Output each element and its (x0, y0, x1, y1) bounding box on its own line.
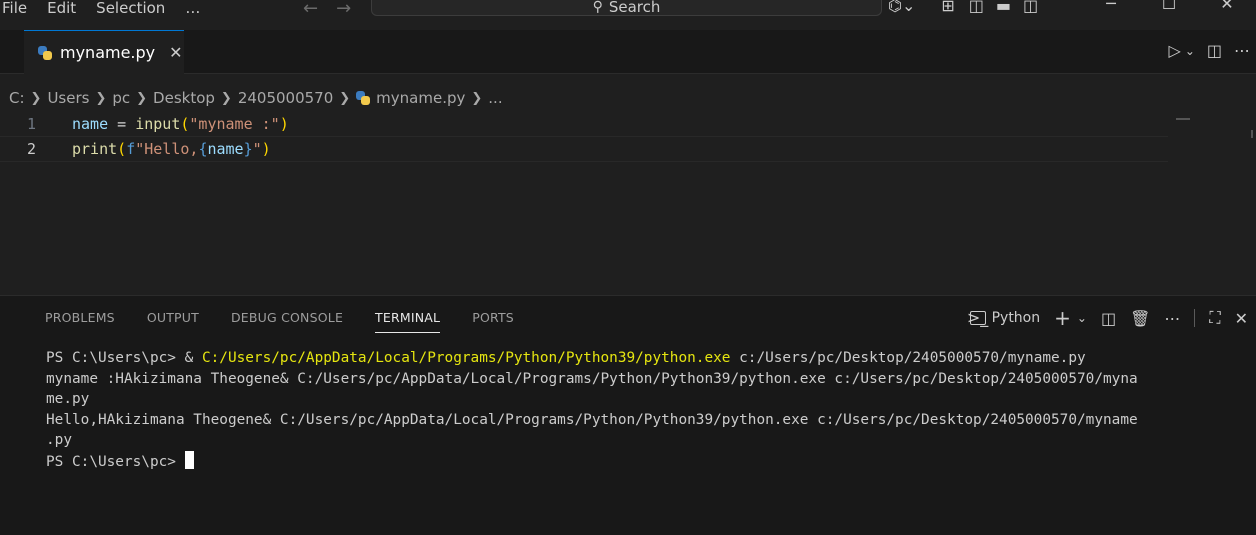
menu-bar: File Edit Selection … (0, 0, 210, 19)
code-line-current[interactable]: 2 print(f"Hello,{name}") (0, 136, 1168, 162)
toggle-sidebar-icon[interactable]: ◫ (969, 0, 984, 15)
chevron-right-icon: ❯ (136, 90, 148, 106)
trash-icon[interactable]: 🗑 (1130, 309, 1150, 328)
more-actions-icon[interactable]: ⋯ (1234, 41, 1250, 60)
chevron-right-icon: ❯ (220, 90, 232, 106)
maximize-panel-icon[interactable]: ⛶ (1209, 308, 1220, 328)
breadcrumb-symbols[interactable]: ... (488, 89, 502, 107)
tab-output[interactable]: OUTPUT (147, 310, 199, 331)
chevron-right-icon: ❯ (471, 90, 483, 106)
terminal-icon: >_ (966, 308, 989, 327)
bottom-panel: PROBLEMS OUTPUT DEBUG CONSOLE TERMINAL P… (0, 295, 1256, 535)
code-text: name = input("myname :") (72, 115, 289, 133)
menu-selection[interactable]: Selection (86, 0, 175, 17)
toggle-secondary-sidebar-icon[interactable]: ◫ (1023, 0, 1038, 15)
toggle-panel-icon[interactable]: ▬ (996, 0, 1011, 15)
chevron-right-icon: ❯ (339, 90, 351, 106)
terminal-argument: c:/Users/pc/Desktop/2405000570/myname.py (730, 350, 1086, 366)
panel-actions: >_ Python + ⌄ ◫ 🗑 ⋯ ⛶ ✕ (966, 306, 1248, 330)
title-actions: ⌬⌄ ⊞ ◫ ▬ ◫ (888, 0, 1038, 15)
line-number: 2 (26, 140, 36, 158)
forward-arrow-icon[interactable]: → (336, 0, 351, 19)
chevron-down-icon[interactable]: ⌄ (1185, 44, 1195, 58)
chevron-right-icon: ❯ (95, 90, 107, 106)
customize-layout-icon[interactable]: ⊞ (941, 0, 954, 15)
terminal-name[interactable]: Python (992, 310, 1041, 326)
minimize-icon[interactable]: ─ (1082, 0, 1140, 13)
breadcrumb-file[interactable]: myname.py (376, 89, 465, 107)
terminal-executable: C:/Users/pc/AppData/Local/Programs/Pytho… (201, 350, 731, 366)
terminal-line: PS C:\Users\pc> (46, 450, 1246, 473)
maximize-icon[interactable]: ☐ (1140, 0, 1198, 13)
new-terminal-icon[interactable]: + (1054, 306, 1071, 330)
tab-terminal[interactable]: TERMINAL (375, 310, 441, 333)
terminal-line: .py (46, 432, 72, 448)
search-placeholder: Search (608, 0, 661, 16)
terminal-line: PS C:\Users\pc> & C:/Users/pc/AppData/Lo… (46, 348, 1246, 369)
command-center-search[interactable]: ⚲ Search (371, 0, 882, 16)
more-actions-icon[interactable]: ⋯ (1164, 309, 1180, 328)
tab-label: myname.py (60, 43, 156, 62)
python-file-icon (356, 91, 371, 105)
split-terminal-icon[interactable]: ◫ (1101, 309, 1116, 328)
menu-more[interactable]: … (175, 0, 210, 17)
run-icon[interactable]: ▷ (1169, 41, 1181, 60)
breadcrumb-desktop[interactable]: Desktop (153, 89, 215, 107)
terminal-prompt: PS C:\Users\pc> (46, 453, 185, 470)
terminal-line: Hello,HAkizimana Theogene& C:/Users/pc/A… (46, 411, 1138, 428)
close-icon[interactable]: ✕ (169, 43, 182, 62)
terminal-line: me.py (46, 391, 90, 407)
tab-myname-py[interactable]: myname.py ✕ (24, 30, 184, 74)
line-number: 1 (26, 115, 36, 133)
close-window-icon[interactable]: ✕ (1198, 0, 1256, 13)
terminal-line: myname :HAkizimana Theogene& C:/Users/pc… (46, 370, 1138, 387)
breadcrumb: C: ❯ Users ❯ pc ❯ Desktop ❯ 2405000570 ❯… (9, 88, 503, 108)
scrollbar[interactable] (1251, 130, 1253, 138)
panel-tabs: PROBLEMS OUTPUT DEBUG CONSOLE TERMINAL P… (45, 310, 514, 333)
menu-edit[interactable]: Edit (37, 0, 86, 17)
tab-problems[interactable]: PROBLEMS (45, 310, 115, 331)
editor-actions: ▷ ⌄ ◫ ⋯ (1169, 41, 1251, 60)
minimap[interactable] (1176, 118, 1190, 120)
terminal-prompt: PS C:\Users\pc> (46, 350, 185, 366)
window-controls: ─ ☐ ✕ (1082, 0, 1256, 13)
chevron-down-icon[interactable]: ⌄ (1077, 311, 1087, 325)
back-arrow-icon[interactable]: ← (303, 0, 318, 19)
title-bar: File Edit Selection … ← → ⚲ Search ⌬⌄ ⊞ … (0, 0, 1256, 22)
tab-ports[interactable]: PORTS (472, 310, 514, 331)
split-editor-icon[interactable]: ◫ (1207, 41, 1222, 60)
terminal-cursor (184, 450, 194, 469)
code-line[interactable]: 1 name = input("myname :") (0, 111, 1168, 137)
navigation-arrows: ← → (303, 0, 351, 19)
code-text: print(f"Hello,{name}") (72, 140, 271, 158)
breadcrumb-folder[interactable]: 2405000570 (238, 89, 333, 107)
terminal-operator: & (184, 350, 202, 366)
breadcrumb-pc[interactable]: pc (112, 89, 130, 107)
breadcrumb-users[interactable]: Users (47, 89, 89, 107)
terminal-output[interactable]: PS C:\Users\pc> & C:/Users/pc/AppData/Lo… (46, 348, 1246, 472)
breadcrumb-drive[interactable]: C: (9, 89, 25, 107)
python-file-icon (38, 45, 52, 60)
search-icon: ⚲ (592, 0, 603, 15)
copilot-icon[interactable]: ⌬⌄ (888, 0, 915, 15)
editor-tab-bar: myname.py ✕ ▷ ⌄ ◫ ⋯ (0, 30, 1256, 74)
divider (1194, 309, 1196, 327)
chevron-right-icon: ❯ (30, 90, 42, 106)
code-editor[interactable]: 1 name = input("myname :") 2 print(f"Hel… (0, 110, 1256, 295)
menu-file[interactable]: File (0, 0, 37, 17)
tab-debug-console[interactable]: DEBUG CONSOLE (231, 310, 343, 331)
close-panel-icon[interactable]: ✕ (1235, 309, 1248, 328)
